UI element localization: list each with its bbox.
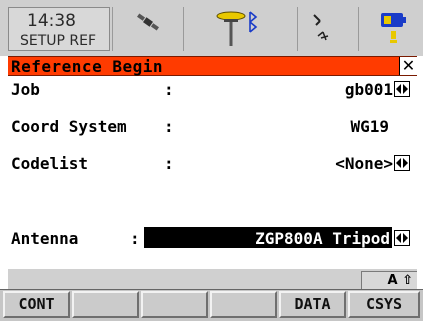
f6-csys-button[interactable]: CSYS [348,291,420,318]
time-box: 14:38 SETUP REF [8,7,110,51]
codelist-value[interactable]: <None> [335,154,393,173]
job-value[interactable]: gb001 [345,80,393,99]
status-bar: 14:38 SETUP REF [0,0,423,56]
form-area: Job : gb001 Coord System : WG19 Codelist… [8,76,417,269]
list-toggle-icon[interactable] [394,81,410,97]
coord-system-label: Coord System [11,117,127,136]
clock: 14:38 [27,11,76,31]
job-colon: : [164,80,174,99]
f5-data-button[interactable]: DATA [279,291,346,318]
function-key-bar: CONT DATA CSYS [0,289,423,321]
antenna-value[interactable]: ZGP800A Tripod [255,229,390,248]
codelist-label: Codelist [11,154,89,173]
screen: 14:38 SETUP REF Reference Begin ✕ Job: … [0,0,423,321]
satellite-status[interactable] [112,7,183,51]
f2-button[interactable] [72,291,139,318]
message-strip: A ⇧ [8,269,417,289]
battery-icon [381,13,406,43]
radio-status[interactable] [297,7,358,51]
list-toggle-icon[interactable] [394,155,410,171]
antenna-row[interactable]: Antenna : ZGP800A Tripod [8,227,417,249]
f3-button[interactable] [141,291,208,318]
job-label: Job [11,80,40,99]
list-toggle-icon[interactable] [394,230,410,246]
close-button[interactable]: ✕ [399,57,417,75]
screen-id: SETUP REF [20,33,97,49]
coord-system-colon: : [164,117,174,136]
job-row[interactable]: Job : gb001 [8,78,417,100]
satellite-icon [137,13,159,31]
dialog-title-bar: Reference Begin ✕ [8,56,417,76]
gps-antenna-bluetooth-icon [216,11,258,46]
coord-system-row[interactable]: Coord System : WG19 [8,115,417,137]
f4-button[interactable] [210,291,277,318]
input-mode-indicator: A ⇧ [361,271,417,289]
battery-status[interactable] [358,7,423,51]
antenna-status[interactable] [183,7,297,51]
antenna-colon: : [130,229,140,248]
f1-cont-button[interactable]: CONT [3,291,70,318]
dialog-title: Reference Begin [11,57,163,76]
coord-system-value: WG19 [350,117,389,136]
antenna-label: Antenna [11,229,79,248]
radio-link-icon [313,14,329,41]
codelist-colon: : [164,154,174,173]
codelist-row[interactable]: Codelist : <None> [8,152,417,174]
